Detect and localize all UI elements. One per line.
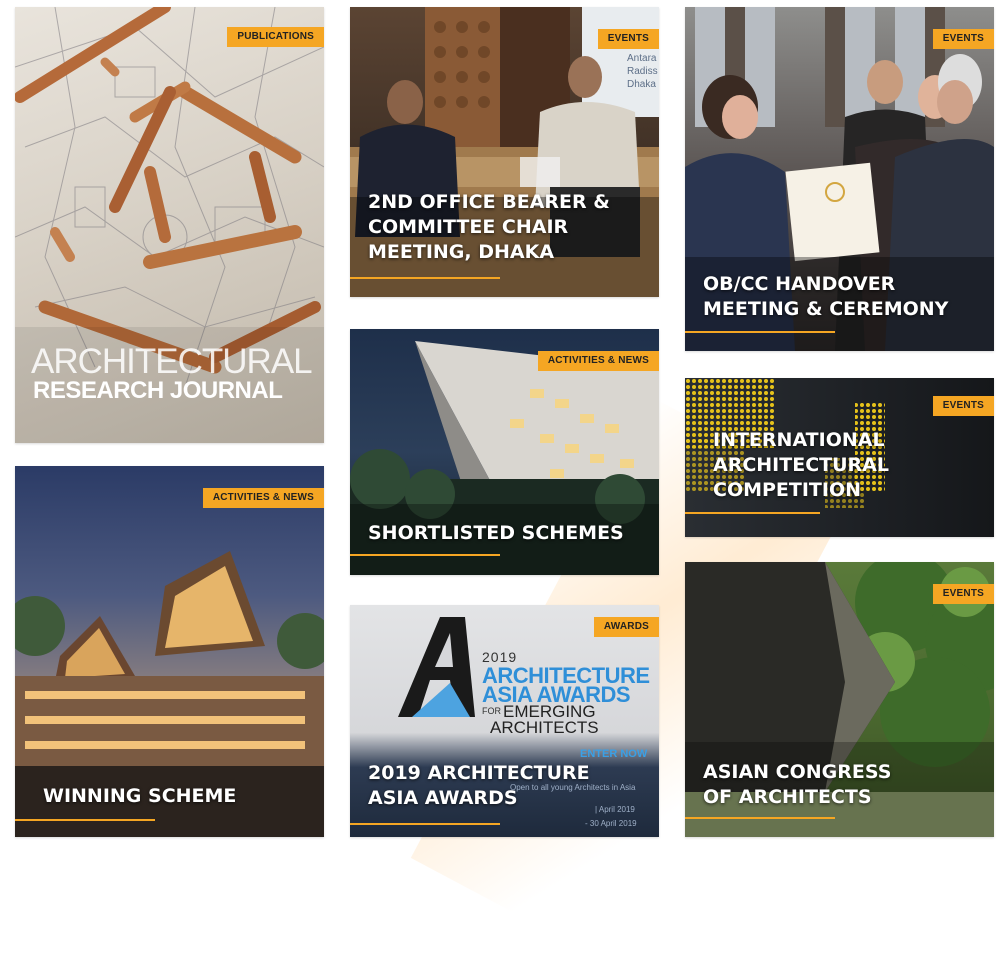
- card-shortlisted-schemes[interactable]: ACTIVITIES & NEWS SHORTLISTED SCHEMES: [350, 329, 659, 575]
- poster-date-2: - 30 April 2019: [585, 819, 637, 828]
- title-underline: [350, 277, 500, 279]
- winning-building-render: [15, 551, 324, 837]
- card-winning-scheme[interactable]: ACTIVITIES & NEWS WINNING SCHEME: [15, 466, 324, 837]
- card-international-competition[interactable]: EVENTS INTERNATIONAL ARCHITECTURAL COMPE…: [685, 378, 994, 537]
- category-badge: PUBLICATIONS: [227, 27, 324, 47]
- card-title: OB/CC HANDOVER MEETING & CEREMONY: [703, 273, 949, 320]
- title-underline: [685, 817, 835, 819]
- category-badge: ACTIVITIES & NEWS: [202, 488, 324, 508]
- category-badge: EVENTS: [932, 29, 994, 49]
- card-office-bearer-meeting[interactable]: Antara Radiss Dhaka EVENTS 2ND OFFICE BE…: [350, 7, 659, 297]
- category-badge: AWARDS: [593, 617, 659, 637]
- card-title: ASIAN CONGRESS OF ARCHITECTS: [703, 761, 892, 808]
- category-badge: ACTIVITIES & NEWS: [537, 351, 659, 371]
- card-title: INTERNATIONAL ARCHITECTURAL COMPETITION: [713, 429, 889, 501]
- card-title: 2019 ARCHITECTURE ASIA AWARDS: [368, 762, 590, 809]
- title-underline: [350, 823, 500, 825]
- card-title: 2ND OFFICE BEARER & COMMITTEE CHAIR MEET…: [368, 191, 610, 263]
- poster-line-architects: ARCHITECTS: [490, 718, 599, 737]
- category-badge: EVENTS: [597, 29, 659, 49]
- poster-for: FOR: [482, 706, 501, 716]
- journal-title-top: ARCHITECTURAL: [31, 342, 313, 381]
- poster-enter-now: ENTER NOW: [580, 748, 648, 760]
- card-handover-ceremony[interactable]: EVENTS OB/CC HANDOVER MEETING & CEREMONY: [685, 7, 994, 351]
- category-badge: EVENTS: [932, 396, 994, 416]
- title-underline: [350, 554, 500, 556]
- card-architecture-asia-awards[interactable]: 2019 ARCHITECTURE ASIA AWARDS FOR EMERGI…: [350, 605, 659, 837]
- title-underline: [15, 819, 155, 821]
- background-sign: Antara Radiss Dhaka: [627, 53, 658, 90]
- poster-date-1: | April 2019: [595, 805, 635, 814]
- category-badge: EVENTS: [932, 584, 994, 604]
- title-underline: [685, 512, 820, 514]
- card-title: WINNING SCHEME: [43, 785, 237, 807]
- card-architectural-research-journal[interactable]: PUBLICATIONS ARCHITECTURAL RESEARCH JOUR…: [15, 7, 324, 443]
- card-asian-congress[interactable]: EVENTS ASIAN CONGRESS OF ARCHITECTS: [685, 562, 994, 837]
- title-underline: [685, 331, 835, 333]
- card-title: SHORTLISTED SCHEMES: [368, 522, 624, 544]
- journal-title-bottom: RESEARCH JOURNAL: [33, 377, 283, 404]
